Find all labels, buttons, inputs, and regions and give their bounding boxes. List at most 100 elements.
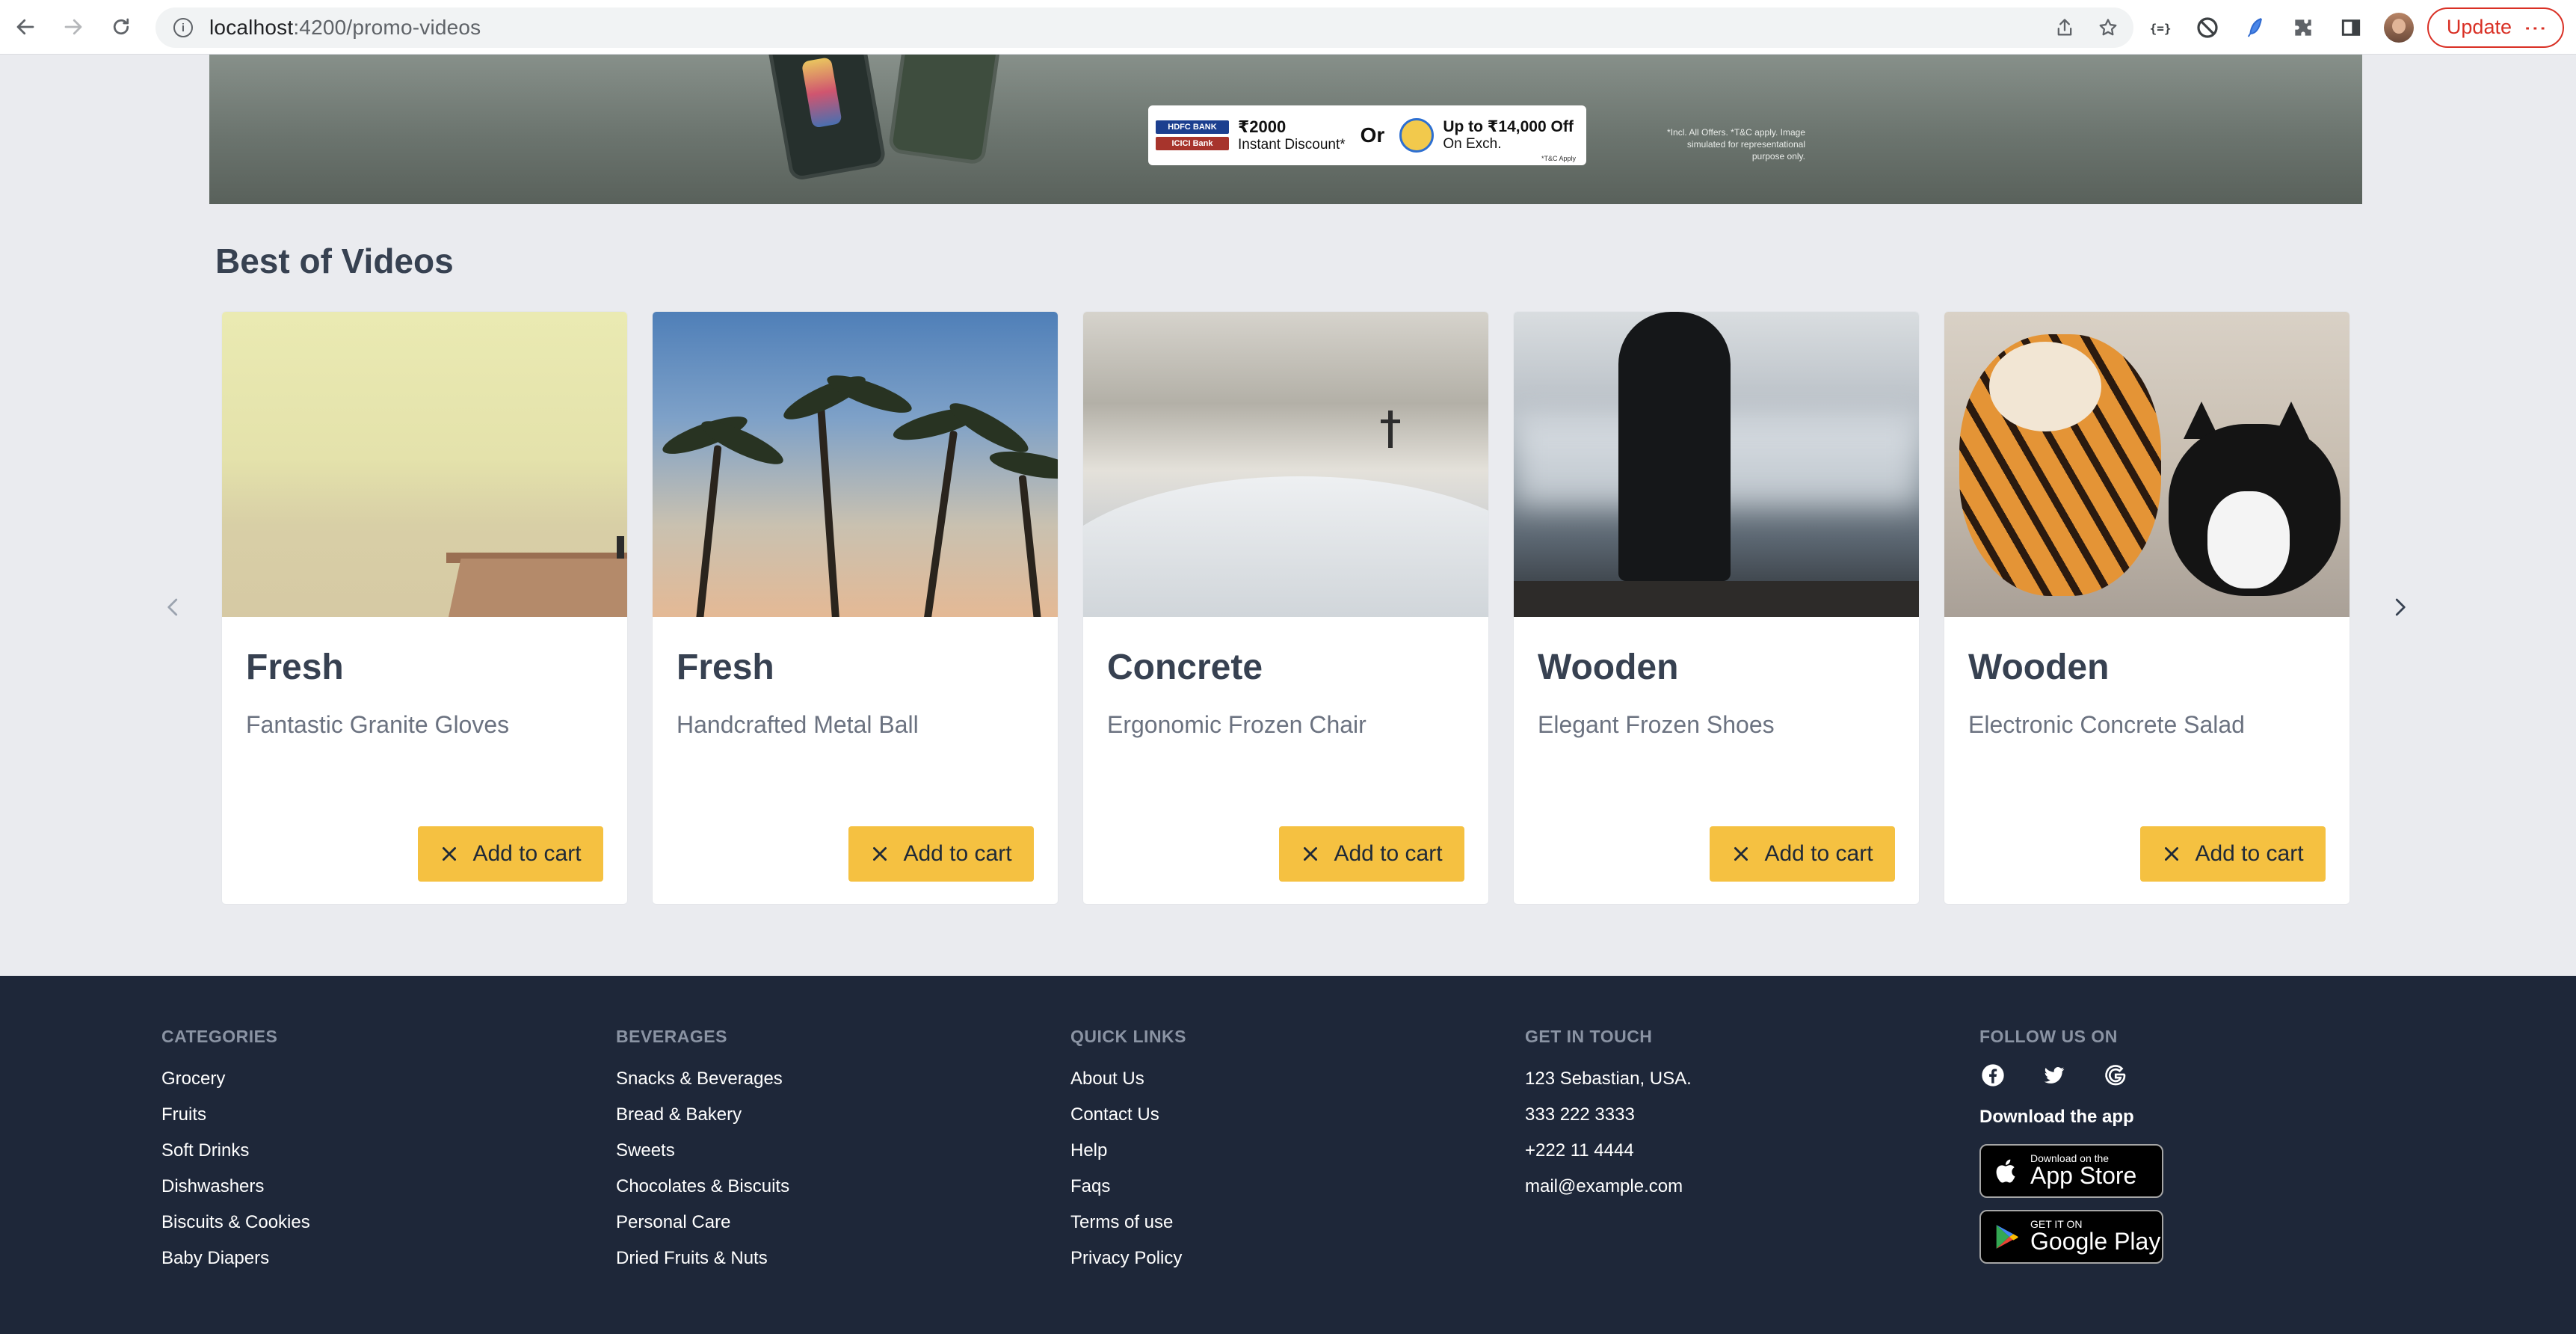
contact-phone[interactable]: 333 222 3333 [1525,1104,1692,1140]
promo-banner[interactable]: HDFC BANK ICICI Bank ₹2000 Instant Disco… [209,55,2362,204]
back-button[interactable] [4,6,46,48]
product-category: Concrete [1107,648,1263,687]
hdfc-logo: HDFC BANK [1156,120,1229,134]
tnc-note: *T&C Apply [1541,155,1576,162]
close-icon [443,847,457,861]
profile-avatar[interactable] [2383,12,2414,43]
update-button[interactable]: Update ⋮ [2426,7,2564,48]
footer-link[interactable]: Soft Drinks [161,1140,310,1175]
product-image[interactable] [653,312,1058,617]
offer-box: HDFC BANK ICICI Bank ₹2000 Instant Disco… [1148,105,1586,165]
share-icon[interactable] [2054,17,2075,38]
footer-link[interactable]: Snacks & Beverages [616,1068,789,1104]
more-menu-icon: ⋮ [2523,16,2548,38]
footer-heading: BEVERAGES [616,1027,727,1046]
google-play-badge[interactable]: GET IT ON Google Play [1979,1210,2163,1264]
product-image[interactable] [1944,312,2349,617]
apple-icon [1996,1159,2015,1183]
footer-link[interactable]: Terms of use [1070,1211,1186,1247]
product-name: Fantastic Granite Gloves [246,711,510,738]
url-text[interactable]: localhost:4200/promo-videos [209,16,481,40]
phone-image [765,55,887,182]
add-to-cart-button[interactable]: Add to cart [848,826,1034,882]
footer-link[interactable]: Dishwashers [161,1175,310,1211]
contact-phone-alt[interactable]: +222 11 4444 [1525,1140,1692,1175]
add-to-cart-label: Add to cart [903,841,1012,866]
extensions-area: {=} Update ⋮ [2136,0,2576,55]
add-to-cart-label: Add to cart [1764,841,1873,866]
google-link[interactable] [2104,1063,2127,1087]
footer-link[interactable]: About Us [1070,1068,1186,1104]
arrow-left-icon [16,19,34,35]
facebook-icon [1982,1064,2004,1086]
footer-link[interactable]: Bread & Bakery [616,1104,789,1140]
product-image[interactable] [1083,312,1488,617]
twitter-link[interactable] [2042,1063,2066,1087]
add-to-cart-button[interactable]: Add to cart [1710,826,1895,882]
footer-contact: GET IN TOUCH 123 Sebastian, USA. 333 222… [1525,1027,1692,1211]
product-name: Elegant Frozen Shoes [1538,711,1775,738]
footer-link[interactable]: Dried Fruits & Nuts [616,1247,789,1283]
footer-link[interactable]: Grocery [161,1068,310,1104]
footer-quick-links: QUICK LINKS About Us Contact Us Help Faq… [1070,1027,1186,1283]
side-panel-button[interactable] [2327,4,2375,52]
add-to-cart-button[interactable]: Add to cart [2140,826,2326,882]
product-name: Handcrafted Metal Ball [677,711,919,738]
browser-toolbar: i localhost:4200/promo-videos {=} Update… [0,0,2576,55]
footer-link[interactable]: Biscuits & Cookies [161,1211,310,1247]
block-extension[interactable] [2184,4,2231,52]
footer-heading: QUICK LINKS [1070,1027,1186,1046]
feather-extension[interactable] [2231,4,2279,52]
product-card[interactable]: Concrete Ergonomic Frozen Chair Add to c… [1082,311,1489,905]
forward-button[interactable] [52,6,94,48]
add-to-cart-button[interactable]: Add to cart [1279,826,1464,882]
product-card[interactable]: Wooden Electronic Concrete Salad Add to … [1944,311,2350,905]
product-card[interactable]: Fresh Fantastic Granite Gloves Add to ca… [221,311,628,905]
url-path: :4200/promo-videos [293,16,481,39]
close-icon [1304,847,1318,861]
reload-icon [113,18,129,35]
facebook-link[interactable] [1981,1063,2005,1087]
product-category: Fresh [246,648,344,687]
svg-text:{=}: {=} [2150,21,2172,35]
add-to-cart-label: Add to cart [2195,841,2304,866]
carousel-prev-button[interactable] [158,591,188,624]
site-info-icon[interactable]: i [173,18,193,37]
footer-link[interactable]: Contact Us [1070,1104,1186,1140]
product-image[interactable] [222,312,627,617]
footer-heading: CATEGORIES [161,1027,278,1046]
arrow-right-icon [64,19,82,35]
footer-heading: FOLLOW US ON [1979,1027,2118,1046]
product-card[interactable]: Wooden Elegant Frozen Shoes Add to cart [1513,311,1920,905]
footer-beverages: BEVERAGES Snacks & Beverages Bread & Bak… [616,1027,789,1283]
download-app-label: Download the app [1979,1107,2134,1127]
add-to-cart-label: Add to cart [1334,841,1443,866]
extensions-button[interactable] [2279,4,2327,52]
footer-link[interactable]: Help [1070,1140,1186,1175]
bank-logos: HDFC BANK ICICI Bank [1156,120,1229,150]
footer-link[interactable]: Baby Diapers [161,1247,310,1283]
footer-link[interactable]: Chocolates & Biscuits [616,1175,789,1211]
footer-link[interactable]: Faqs [1070,1175,1186,1211]
product-name: Electronic Concrete Salad [1968,711,2245,738]
product-card[interactable]: Fresh Handcrafted Metal Ball Add to cart [652,311,1059,905]
phone-image-back [887,55,1004,166]
product-image[interactable] [1514,312,1919,617]
footer-link[interactable]: Fruits [161,1104,310,1140]
footer-link[interactable]: Sweets [616,1140,789,1175]
product-carousel: Fresh Fantastic Granite Gloves Add to ca… [221,311,2350,905]
social-links [1981,1063,2163,1087]
carousel-next-button[interactable] [2385,591,2415,624]
instant-discount: ₹2000 Instant Discount* [1238,117,1346,153]
discount-text: Instant Discount* [1238,137,1346,153]
footer-link[interactable]: Privacy Policy [1070,1247,1186,1283]
add-to-cart-button[interactable]: Add to cart [418,826,603,882]
app-store-badge[interactable]: Download on the App Store [1979,1144,2163,1198]
reload-button[interactable] [100,6,142,48]
json-extension[interactable]: {=} [2136,4,2184,52]
contact-email[interactable]: mail@example.com [1525,1175,1692,1211]
address-bar[interactable]: i localhost:4200/promo-videos [155,7,2133,48]
exchange-text: On Exch. [1443,136,1502,153]
bookmark-star-icon[interactable] [2098,17,2119,38]
footer-link[interactable]: Personal Care [616,1211,789,1247]
